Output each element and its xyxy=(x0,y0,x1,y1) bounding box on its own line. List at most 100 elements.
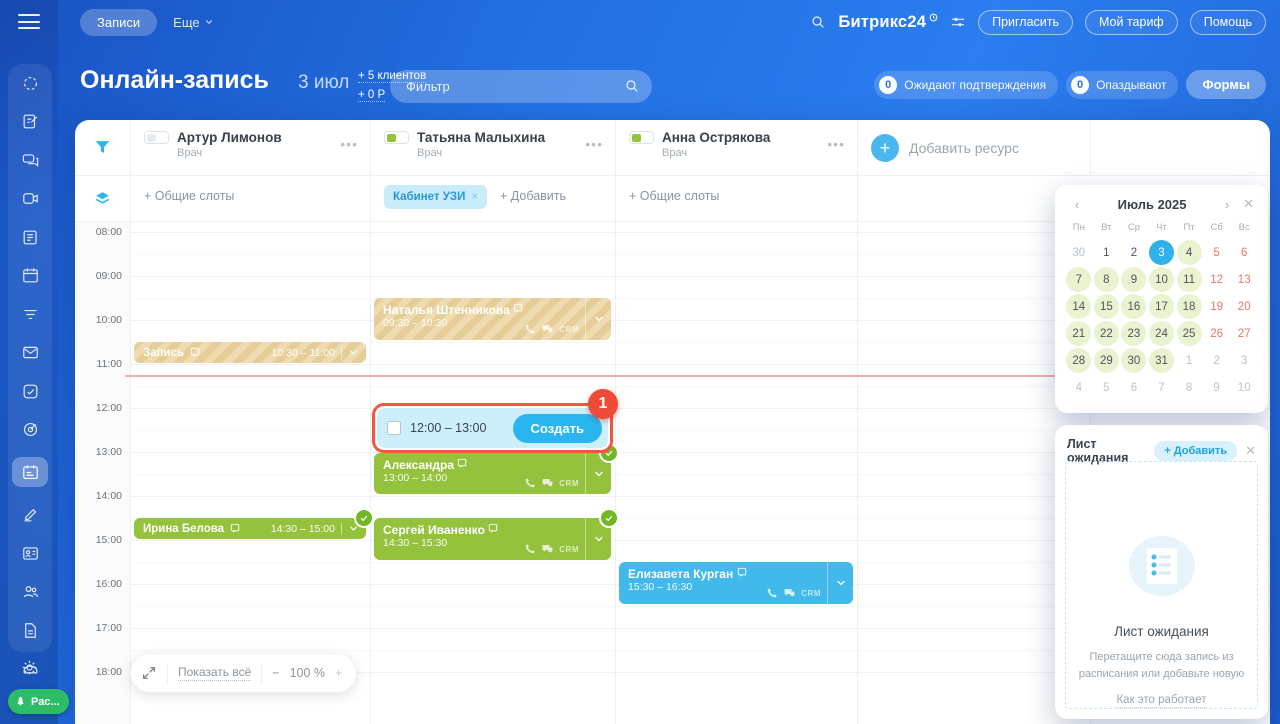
chat-icon[interactable] xyxy=(541,543,554,556)
search-icon[interactable] xyxy=(810,14,826,30)
calendar-day[interactable]: 20 xyxy=(1232,294,1257,319)
calendar-day[interactable]: 8 xyxy=(1094,267,1119,292)
calendar-day[interactable]: 29 xyxy=(1094,348,1119,373)
layers-icon[interactable] xyxy=(93,189,112,208)
todo-icon[interactable] xyxy=(15,380,45,402)
more-icon[interactable]: ••• xyxy=(340,136,358,152)
resource-toggle[interactable] xyxy=(384,131,409,144)
calendar-day[interactable]: 24 xyxy=(1149,321,1174,346)
chat-icon[interactable] xyxy=(783,587,796,600)
marketing-icon[interactable] xyxy=(15,419,45,441)
free-slot[interactable]: 12:00 – 13:00 Создать xyxy=(377,408,608,448)
calendar-day[interactable]: 26 xyxy=(1204,321,1229,346)
sign-icon[interactable] xyxy=(15,504,45,526)
chevron-down-icon[interactable] xyxy=(827,562,853,604)
calendar-day[interactable]: 19 xyxy=(1204,294,1229,319)
menu-icon[interactable] xyxy=(18,14,40,30)
calendar-day[interactable]: 17 xyxy=(1149,294,1174,319)
room-tag[interactable]: Кабинет УЗИ× xyxy=(384,185,487,209)
calendar-day-selected[interactable]: 3 xyxy=(1149,240,1174,265)
waitlist-how-link[interactable]: Как это работает xyxy=(1116,694,1206,708)
calendar-day[interactable]: 7 xyxy=(1149,375,1174,400)
calendar-day[interactable]: 16 xyxy=(1121,294,1146,319)
calendar-day[interactable]: 4 xyxy=(1066,375,1091,400)
close-icon[interactable]: × xyxy=(471,191,478,203)
invite-button[interactable]: Пригласить xyxy=(978,10,1073,35)
money-count[interactable]: + 0 Р xyxy=(358,89,385,102)
tasks-icon[interactable] xyxy=(15,111,45,133)
calendar-day[interactable]: 8 xyxy=(1177,375,1202,400)
feed-icon[interactable] xyxy=(15,72,45,94)
calendar-day[interactable]: 30 xyxy=(1066,240,1091,265)
calendar-day[interactable]: 30 xyxy=(1121,348,1146,373)
documents-icon[interactable] xyxy=(15,619,45,641)
resource-col-artur[interactable]: Артур Лимонов Врач ••• xyxy=(130,120,370,176)
tariff-button[interactable]: Мой тариф xyxy=(1085,10,1178,35)
chat-icon[interactable] xyxy=(541,477,554,490)
calendar-day[interactable]: 27 xyxy=(1232,321,1257,346)
calendar-day[interactable]: 3 xyxy=(1232,348,1257,373)
show-all-button[interactable]: Показать всё xyxy=(178,665,251,681)
event-sergey[interactable]: Сергей Иваненко 14:30 – 15:30 CRM xyxy=(374,518,611,560)
calendar-day[interactable]: 2 xyxy=(1204,348,1229,373)
sliders-icon[interactable] xyxy=(950,14,966,30)
calendar-day[interactable]: 12 xyxy=(1204,267,1229,292)
close-icon[interactable]: ✕ xyxy=(1245,443,1256,459)
chevron-down-icon[interactable] xyxy=(348,523,359,534)
calendar-day[interactable]: 10 xyxy=(1149,267,1174,292)
resource-col-anna[interactable]: Анна Острякова Врач ••• xyxy=(615,120,857,176)
waitlist-dropzone[interactable]: Лист ожидания Перетащите сюда запись из … xyxy=(1065,461,1258,709)
zoom-in-button[interactable]: + xyxy=(335,666,342,680)
next-month-icon[interactable]: › xyxy=(1219,197,1235,212)
settings-icon[interactable] xyxy=(14,656,44,678)
add-room-button[interactable]: + Добавить xyxy=(500,189,566,203)
calendar-day[interactable]: 6 xyxy=(1232,240,1257,265)
resource-toggle[interactable] xyxy=(144,131,169,144)
chevron-down-icon[interactable] xyxy=(348,347,359,358)
more-icon[interactable]: ••• xyxy=(585,136,603,152)
waitlist-add-button[interactable]: + Добавить xyxy=(1154,441,1237,461)
event-liza[interactable]: Елизавета Курган 15:30 – 16:30 CRM xyxy=(619,562,853,604)
calendar-day[interactable]: 6 xyxy=(1121,375,1146,400)
filter-funnel-icon[interactable] xyxy=(93,138,112,157)
calendar-day[interactable]: 11 xyxy=(1177,267,1202,292)
chevron-down-icon[interactable] xyxy=(585,298,611,340)
calendar-day[interactable]: 21 xyxy=(1066,321,1091,346)
event-irina[interactable]: Ирина Белова 14:30 – 15:00 xyxy=(134,518,366,539)
event-alexandra[interactable]: Александра 13:00 – 14:00 CRM xyxy=(374,453,611,494)
search-icon[interactable] xyxy=(624,78,640,94)
phone-icon[interactable] xyxy=(523,543,536,556)
calendar-day[interactable]: 22 xyxy=(1094,321,1119,346)
resource-toggle[interactable] xyxy=(629,131,654,144)
news-icon[interactable] xyxy=(15,226,45,248)
calendar-day[interactable]: 23 xyxy=(1121,321,1146,346)
expand-icon[interactable] xyxy=(141,665,157,681)
messenger-icon[interactable] xyxy=(15,149,45,171)
close-icon[interactable]: ✕ xyxy=(1243,196,1254,212)
slot-checkbox[interactable] xyxy=(387,421,401,435)
phone-icon[interactable] xyxy=(765,587,778,600)
calendar-day[interactable]: 25 xyxy=(1177,321,1202,346)
tab-records[interactable]: Записи xyxy=(80,9,157,36)
prev-month-icon[interactable]: ‹ xyxy=(1069,197,1085,212)
calendar-day[interactable]: 1 xyxy=(1177,348,1202,373)
calendar-day[interactable]: 18 xyxy=(1177,294,1202,319)
phone-icon[interactable] xyxy=(523,323,536,336)
calendar-day[interactable]: 2 xyxy=(1121,240,1146,265)
promo-badge[interactable]: Рас... xyxy=(8,689,69,714)
calendar-day[interactable]: 10 xyxy=(1232,375,1257,400)
calendar-day[interactable]: 9 xyxy=(1121,267,1146,292)
video-icon[interactable] xyxy=(15,188,45,210)
forms-button[interactable]: Формы xyxy=(1186,70,1266,99)
resource-col-tatyana[interactable]: Татьяна Малыхина Врач ••• xyxy=(370,120,615,176)
create-button[interactable]: Создать xyxy=(513,414,602,443)
phone-icon[interactable] xyxy=(523,477,536,490)
calendar-day[interactable]: 5 xyxy=(1094,375,1119,400)
pending-badge[interactable]: 0 Ожидают подтверждения xyxy=(874,71,1058,99)
current-date[interactable]: 3 июл xyxy=(298,72,349,94)
sales-funnel-icon[interactable] xyxy=(15,303,45,325)
calendar-day[interactable]: 7 xyxy=(1066,267,1091,292)
zoom-out-button[interactable]: − xyxy=(272,666,279,680)
employees-icon[interactable] xyxy=(15,581,45,603)
late-badge[interactable]: 0 Опаздывают xyxy=(1066,71,1178,99)
